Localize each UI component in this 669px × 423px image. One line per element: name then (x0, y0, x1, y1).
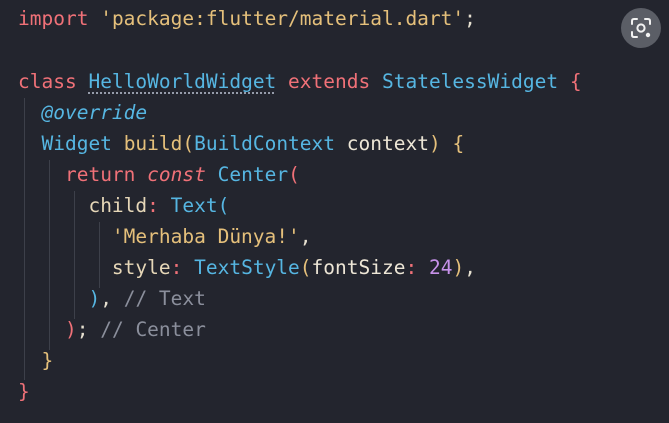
method-open-paren: ( (182, 132, 195, 155)
comma: , (299, 225, 312, 248)
method-close-paren: ) (428, 132, 441, 155)
class-close-brace: } (18, 380, 30, 403)
keyword-class: class (18, 70, 77, 93)
center-constructor: Center (217, 163, 289, 186)
text-close-paren: ) (88, 287, 101, 310)
method-name: build (123, 132, 183, 155)
import-string: 'package:flutter/material.dart' (100, 7, 465, 30)
method-open-brace: { (452, 132, 465, 155)
method-close-brace: } (41, 349, 54, 372)
textstyle-close-paren: ) (452, 256, 465, 279)
code-line-import[interactable]: import 'package:flutter/material.dart'; (18, 3, 476, 34)
return-type: Widget (41, 132, 112, 155)
override-annotation: @override (41, 101, 148, 124)
keyword-const: const (147, 163, 206, 186)
text-open-paren: ( (217, 194, 230, 217)
text-comment: // Text (123, 287, 206, 310)
code-line-method-close[interactable]: } (18, 345, 53, 376)
code-line-string-literal[interactable]: 'Merhaba Dünya!', (18, 221, 312, 252)
text-constructor: Text (170, 194, 218, 217)
fontsize-arg: fontSize (311, 256, 406, 279)
center-close-paren: ) (64, 318, 77, 341)
greeting-string: 'Merhaba Dünya!' (111, 225, 300, 248)
code-line-class-declaration[interactable]: class HelloWorldWidget extends Stateless… (18, 66, 582, 97)
code-line-text-close[interactable]: ), // Text (18, 283, 206, 314)
textstyle-open-paren: ( (299, 256, 312, 279)
code-line-annotation[interactable]: @override (18, 97, 147, 128)
code-line-build-method[interactable]: Widget build(BuildContext context) { (18, 128, 464, 159)
style-property: style (111, 256, 171, 279)
class-name: HelloWorldWidget (88, 70, 277, 93)
keyword-return: return (64, 163, 136, 186)
base-class-name: StatelessWidget (381, 70, 559, 93)
param-type: BuildContext (194, 132, 336, 155)
child-property: child (88, 194, 148, 217)
center-open-paren: ( (288, 163, 300, 186)
code-line-return[interactable]: return const Center( (18, 159, 300, 190)
code-line-class-close[interactable]: } (18, 376, 30, 407)
fontsize-colon: : (405, 256, 418, 279)
comma: , (464, 256, 476, 279)
keyword-import: import (18, 7, 89, 30)
lens-scan-button[interactable] (621, 8, 661, 48)
lens-scan-icon (631, 18, 651, 38)
comma: , (100, 287, 112, 310)
fontsize-value: 24 (428, 256, 453, 279)
code-line-child[interactable]: child: Text( (18, 190, 229, 221)
child-colon: : (147, 194, 159, 217)
center-comment: // Center (100, 318, 206, 341)
code-line-center-close[interactable]: ); // Center (18, 314, 206, 345)
code-editor: import 'package:flutter/material.dart'; … (0, 0, 669, 423)
code-line-style[interactable]: style: TextStyle(fontSize: 24), (18, 252, 476, 283)
semicolon: ; (464, 7, 476, 30)
param-name: context (346, 132, 429, 155)
semicolon: ; (76, 318, 89, 341)
textstyle-constructor: TextStyle (194, 256, 300, 279)
class-open-brace: { (569, 70, 582, 93)
keyword-extends: extends (288, 70, 371, 93)
style-colon: : (170, 256, 183, 279)
